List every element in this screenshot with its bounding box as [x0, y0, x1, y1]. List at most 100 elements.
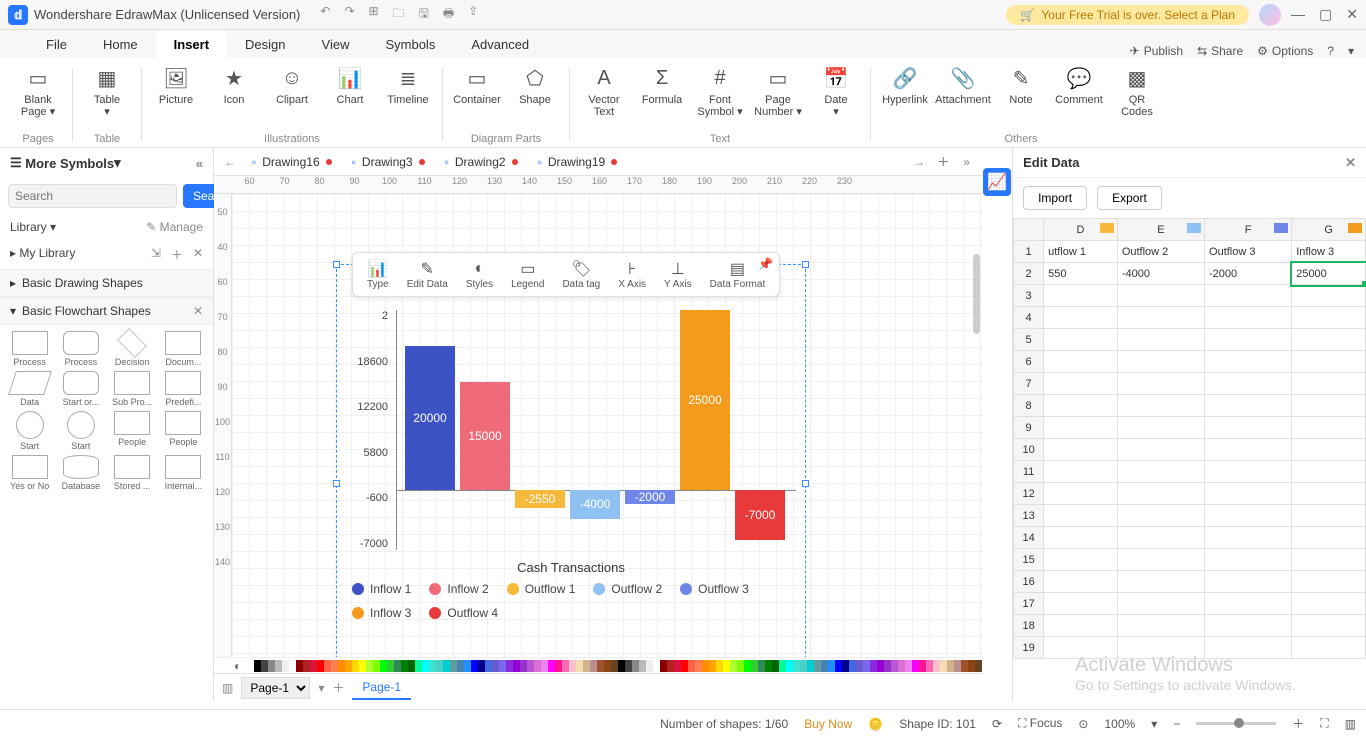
cell-F14[interactable]	[1205, 527, 1292, 549]
swatch[interactable]	[352, 660, 359, 672]
chart-tool-type[interactable]: 📊Type	[361, 257, 395, 292]
row-header-11[interactable]: 11	[1014, 461, 1044, 483]
swatch[interactable]	[856, 660, 863, 672]
swatch[interactable]	[464, 660, 471, 672]
swatch[interactable]	[478, 660, 485, 672]
cell-G1[interactable]: Inflow 3	[1292, 241, 1366, 263]
swatch[interactable]	[324, 660, 331, 672]
cell-E7[interactable]	[1117, 373, 1204, 395]
bar-inflow-3[interactable]: 25000	[680, 310, 730, 490]
new-icon[interactable]: ⊞	[369, 4, 379, 25]
chart-tool-x-axis[interactable]: ⊦X Axis	[612, 257, 652, 292]
row-header-5[interactable]: 5	[1014, 329, 1044, 351]
ribbon-shape[interactable]: ⬠Shape	[507, 62, 563, 106]
tabs-overflow-button[interactable]: »	[957, 155, 976, 169]
swatch[interactable]	[401, 660, 408, 672]
swatch[interactable]	[954, 660, 961, 672]
maximize-button[interactable]: ▢	[1319, 6, 1332, 23]
cell-E14[interactable]	[1117, 527, 1204, 549]
tab-nav-right[interactable]: →	[909, 155, 929, 169]
cell-F8[interactable]	[1205, 395, 1292, 417]
swatch[interactable]	[261, 660, 268, 672]
zoom-level[interactable]: 100%	[1104, 717, 1135, 731]
swatch[interactable]	[681, 660, 688, 672]
swatch[interactable]	[562, 660, 569, 672]
swatch[interactable]	[814, 660, 821, 672]
lib-add-icon[interactable]: ＋	[171, 246, 183, 263]
swatch[interactable]	[961, 660, 968, 672]
cell-F15[interactable]	[1205, 549, 1292, 571]
lib-action-icon[interactable]: ⇲	[151, 246, 161, 263]
cell-D19[interactable]	[1044, 637, 1118, 659]
shape-stored[interactable]: Stored ...	[109, 455, 156, 491]
publish-button[interactable]: ✈ Publish	[1130, 44, 1183, 58]
legend-outflow-3[interactable]: Outflow 3	[680, 582, 749, 596]
menu-tab-symbols[interactable]: Symbols	[367, 31, 453, 58]
swatch[interactable]	[912, 660, 919, 672]
swatch[interactable]	[870, 660, 877, 672]
ribbon-picture[interactable]: 🖼Picture	[148, 62, 204, 106]
legend-inflow-1[interactable]: Inflow 1	[352, 582, 411, 596]
col-header-F[interactable]: F	[1205, 219, 1292, 241]
cell-D2[interactable]: 550	[1044, 263, 1118, 285]
export-button[interactable]: Export	[1097, 186, 1162, 210]
swatch[interactable]	[919, 660, 926, 672]
swatch[interactable]	[758, 660, 765, 672]
swatch[interactable]	[282, 660, 289, 672]
cell-D18[interactable]	[1044, 615, 1118, 637]
swatch[interactable]	[415, 660, 422, 672]
cell-D16[interactable]	[1044, 571, 1118, 593]
cell-D1[interactable]: utflow 1	[1044, 241, 1118, 263]
shape-start[interactable]: Start	[6, 411, 53, 451]
new-tab-button[interactable]: ＋	[931, 153, 955, 170]
swatch[interactable]	[527, 660, 534, 672]
pin-icon[interactable]: 📌	[758, 257, 773, 271]
swatch[interactable]	[268, 660, 275, 672]
cell-D8[interactable]	[1044, 395, 1118, 417]
ribbon-qr[interactable]: ▩QRCodes	[1109, 62, 1165, 118]
row-header-13[interactable]: 13	[1014, 505, 1044, 527]
symbol-search-input[interactable]	[8, 184, 177, 208]
row-header-18[interactable]: 18	[1014, 615, 1044, 637]
cell-D14[interactable]	[1044, 527, 1118, 549]
row-header-14[interactable]: 14	[1014, 527, 1044, 549]
cell-E13[interactable]	[1117, 505, 1204, 527]
row-header-3[interactable]: 3	[1014, 285, 1044, 307]
hamburger-icon[interactable]: ☰	[10, 155, 22, 171]
collapse-panel-button[interactable]: «	[196, 156, 203, 171]
ribbon-date[interactable]: 📅Date▾	[808, 62, 864, 118]
menu-tab-advanced[interactable]: Advanced	[453, 31, 547, 58]
swatch[interactable]	[751, 660, 758, 672]
swatch[interactable]	[611, 660, 618, 672]
bar-outflow-1[interactable]: -2550	[515, 490, 565, 508]
ribbon-attachment[interactable]: 📎Attachment	[935, 62, 991, 118]
swatch[interactable]	[898, 660, 905, 672]
bar-inflow-1[interactable]: 20000	[405, 346, 455, 490]
row-header-10[interactable]: 10	[1014, 439, 1044, 461]
swatch[interactable]	[793, 660, 800, 672]
swatch[interactable]	[331, 660, 338, 672]
shape-process[interactable]: Process	[6, 331, 53, 367]
swatch[interactable]	[667, 660, 674, 672]
my-library-section[interactable]: My Library	[19, 246, 75, 260]
swatch[interactable]	[674, 660, 681, 672]
swatch[interactable]	[576, 660, 583, 672]
swatch[interactable]	[506, 660, 513, 672]
col-header-D[interactable]: D	[1044, 219, 1118, 241]
swatch[interactable]	[541, 660, 548, 672]
bar-inflow-2[interactable]: 15000	[460, 382, 510, 490]
redo-icon[interactable]: ↷	[344, 4, 354, 25]
menu-tab-design[interactable]: Design	[227, 31, 303, 58]
cell-F10[interactable]	[1205, 439, 1292, 461]
cell-F1[interactable]: Outflow 3	[1205, 241, 1292, 263]
legend-inflow-2[interactable]: Inflow 2	[429, 582, 488, 596]
cell-E19[interactable]	[1117, 637, 1204, 659]
cell-D13[interactable]	[1044, 505, 1118, 527]
import-button[interactable]: Import	[1023, 186, 1087, 210]
shape-yesorno[interactable]: Yes or No	[6, 455, 53, 491]
swatch[interactable]	[499, 660, 506, 672]
basic-drawing-header[interactable]: Basic Drawing Shapes	[22, 276, 143, 290]
tab-nav-left[interactable]: ←	[220, 155, 240, 169]
cell-E2[interactable]: -4000	[1117, 263, 1204, 285]
cell-D4[interactable]	[1044, 307, 1118, 329]
